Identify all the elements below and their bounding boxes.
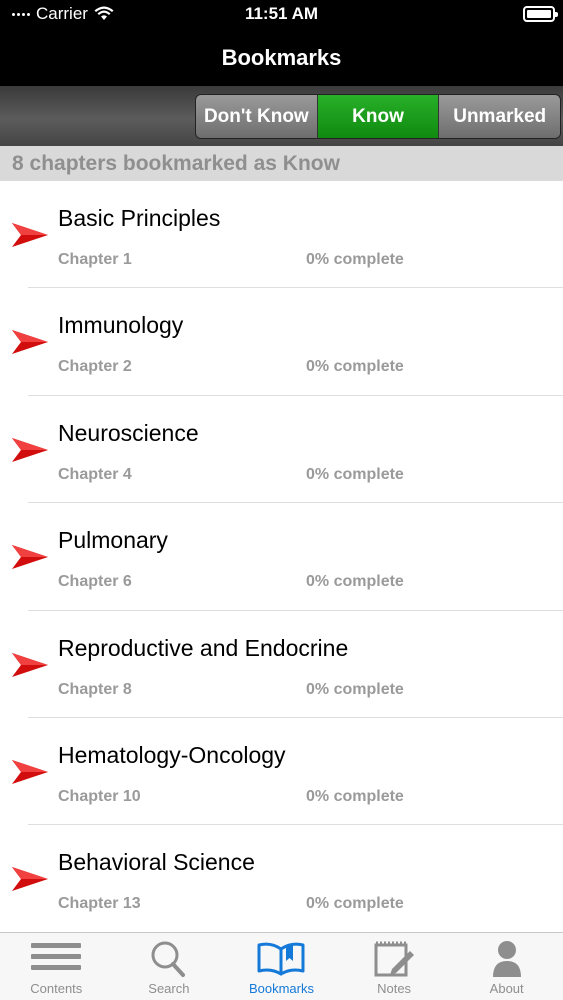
segment-know[interactable]: Know [317,95,440,138]
chapter-number: Chapter 8 [58,680,132,698]
notepad-icon [374,941,415,977]
chapter-list: Basic Principles Chapter 1 0% complete I… [0,181,563,933]
chapter-title: Reproductive and Endocrine [58,634,349,661]
chapter-title: Pulmonary [58,527,168,554]
red-arrow-icon [12,330,48,355]
person-icon [492,941,521,977]
status-bar: Carrier 11:51 AM [0,0,563,30]
chapter-number: Chapter 6 [58,573,132,591]
list-item[interactable]: Reproductive and Endocrine Chapter 8 0% … [0,610,563,718]
chapter-progress: 0% complete [306,465,404,483]
magnifier-icon [151,941,185,977]
list-item[interactable]: Basic Principles Chapter 1 0% complete [0,181,563,289]
tab-bar: Contents Search Bookmarks Notes About [0,932,563,1000]
list-item[interactable]: Immunology Chapter 2 0% complete [0,288,563,396]
tab-notes[interactable]: Notes [338,933,451,1000]
chapter-title: Basic Principles [58,205,221,231]
tab-label: Contents [30,981,83,996]
chapter-number: Chapter 1 [58,251,132,268]
chapter-title: Neuroscience [58,419,199,446]
filter-toolbar: Don't Know Know Unmarked [0,86,563,146]
segment-dont-know[interactable]: Don't Know [196,95,318,138]
tab-contents[interactable]: Contents [0,933,113,1000]
page-title: Bookmarks [221,45,342,70]
tab-label: Bookmarks [248,981,314,996]
battery-icon [523,6,558,22]
tab-label: Notes [377,981,412,996]
status-time: 11:51 AM [244,4,319,23]
navigation-bar: Bookmarks [0,30,563,86]
chapter-number: Chapter 4 [58,465,132,483]
chapter-title: Behavioral Science [58,849,255,876]
list-item[interactable]: Behavioral Science Chapter 13 0% complet… [0,825,563,933]
list-item[interactable]: Neuroscience Chapter 4 0% complete [0,395,563,504]
tab-about[interactable]: About [450,933,563,1000]
chapter-number: Chapter 10 [58,787,141,805]
tab-bookmarks[interactable]: Bookmarks [225,933,338,1000]
chapter-progress: 0% complete [306,895,404,913]
open-book-icon [257,942,305,976]
chapter-progress: 0% complete [306,573,404,591]
list-item[interactable]: Hematology-Oncology Chapter 10 0% comple… [0,717,563,826]
list-icon [31,943,82,970]
chapter-progress: 0% complete [306,680,404,698]
tab-label: About [489,981,524,996]
segment-unmarked[interactable]: Unmarked [439,95,560,138]
red-arrow-icon [12,223,48,247]
red-arrow-icon [12,759,48,784]
section-header: 8 chapters bookmarked as Know [0,146,563,181]
chapter-number: Chapter 13 [58,895,141,913]
chapter-progress: 0% complete [306,251,404,268]
red-arrow-icon [12,867,48,892]
chapter-title: Immunology [58,312,184,339]
chapter-number: Chapter 2 [58,358,132,376]
bookmark-filter-segmented-control: Don't Know Know Unmarked [195,94,561,139]
tab-search[interactable]: Search [113,933,226,1000]
chapter-title: Hematology-Oncology [58,741,286,768]
chapter-progress: 0% complete [306,358,404,376]
red-arrow-icon [12,437,48,462]
chapter-progress: 0% complete [306,787,404,805]
red-arrow-icon [12,652,48,677]
list-item[interactable]: Pulmonary Chapter 6 0% complete [0,503,563,611]
tab-label: Search [148,981,190,996]
red-arrow-icon [12,545,48,570]
